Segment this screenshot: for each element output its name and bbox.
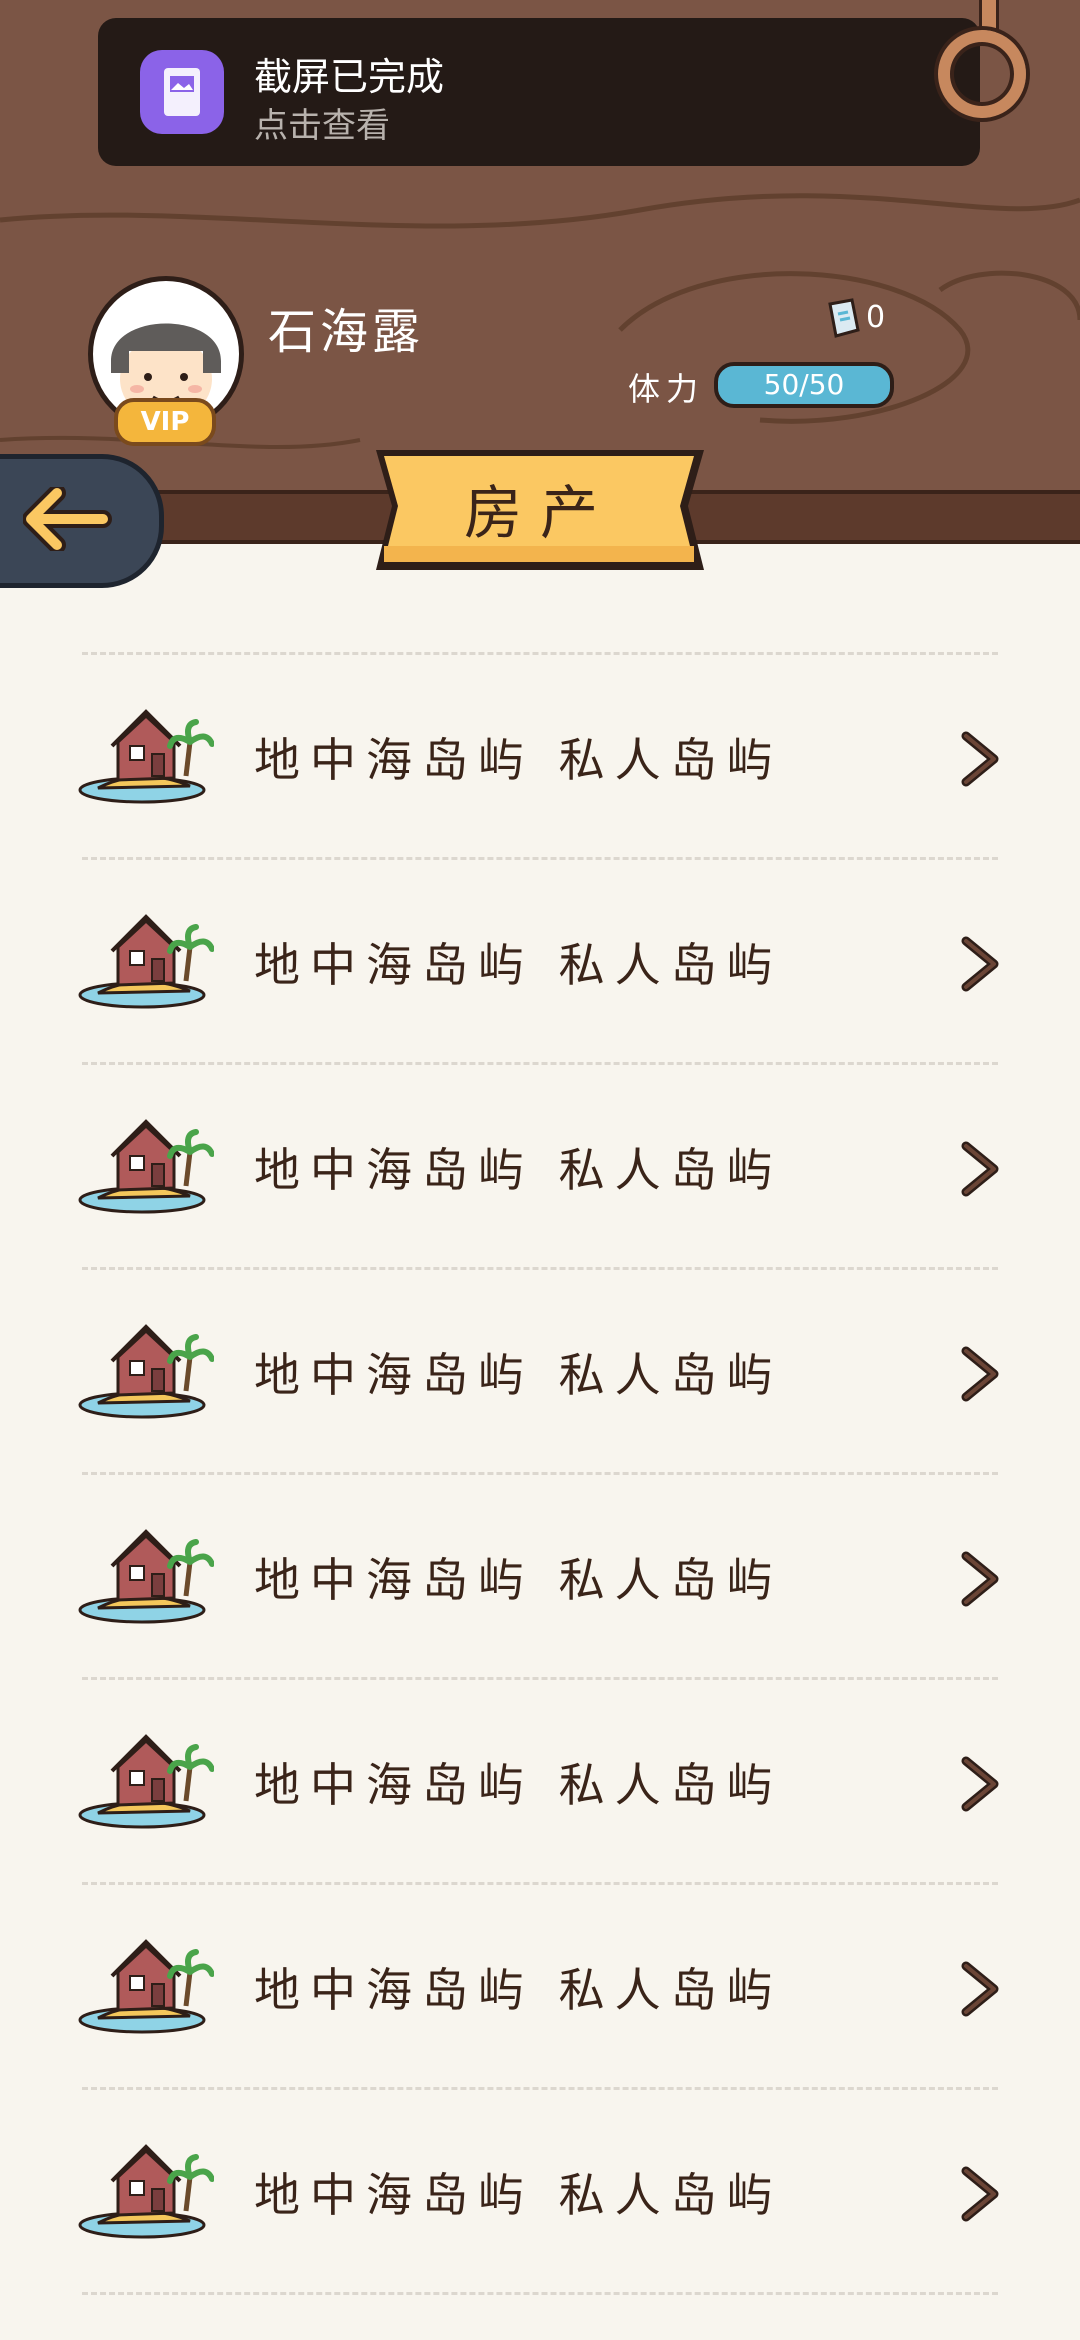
property-row[interactable]: 地中海岛屿 私人岛屿 [0,1474,1080,1678]
back-arrow-icon [23,487,112,551]
chevron-right-icon [961,731,999,787]
island-house-icon [78,914,214,1009]
island-house-icon [78,1119,214,1214]
property-name: 地中海岛屿 私人岛屿 [254,1963,783,2017]
island-house-icon [78,1324,214,1419]
property-row[interactable]: 地中海岛屿 私人岛屿 [0,654,1080,858]
property-row[interactable]: 地中海岛屿 私人岛屿 [0,2089,1080,2293]
page-title: 房产 [463,479,616,547]
chevron-right-icon [961,1141,999,1197]
screenshot-notification[interactable]: 截屏已完成 点击查看 [98,18,980,166]
stamina-label: 体力 [628,370,705,408]
screenshot-app-icon [140,50,224,134]
chevron-right-icon [961,1551,999,1607]
island-house-icon [78,2144,214,2239]
ticket-count: 0 [866,300,886,335]
property-row[interactable]: 地中海岛屿 私人岛屿 [0,1064,1080,1268]
vip-badge: VIP [114,398,216,446]
chevron-right-icon [961,1961,999,2017]
stamina-bar: 50/50 [714,362,894,408]
property-name: 地中海岛屿 私人岛屿 [254,1553,783,1607]
island-house-icon [78,1939,214,2034]
property-name: 地中海岛屿 私人岛屿 [254,2168,783,2222]
property-row[interactable]: 地中海岛屿 私人岛屿 [0,1884,1080,2088]
back-button[interactable] [0,454,164,588]
property-name: 地中海岛屿 私人岛屿 [254,1758,783,1812]
chevron-right-icon [961,2166,999,2222]
property-row[interactable]: 地中海岛屿 私人岛屿 [0,1269,1080,1473]
island-house-icon [78,1734,214,1829]
chevron-right-icon [961,1756,999,1812]
chevron-right-icon [961,936,999,992]
island-house-icon [78,709,214,804]
notification-subtitle: 点击查看 [254,106,390,146]
hanging-ring-icon [938,30,1026,118]
property-name: 地中海岛屿 私人岛屿 [254,938,783,992]
ticket-icon [828,298,860,338]
property-name: 地中海岛屿 私人岛屿 [254,1348,783,1402]
player-name: 石海露 [268,304,425,360]
property-name: 地中海岛屿 私人岛屿 [254,733,783,787]
chevron-right-icon [961,1346,999,1402]
list-divider [82,2292,998,2295]
notification-title: 截屏已完成 [254,55,445,99]
property-row[interactable]: 地中海岛屿 私人岛屿 [0,859,1080,1063]
island-house-icon [78,1529,214,1624]
property-name: 地中海岛屿 私人岛屿 [254,1143,783,1197]
property-row[interactable]: 地中海岛屿 私人岛屿 [0,1679,1080,1883]
